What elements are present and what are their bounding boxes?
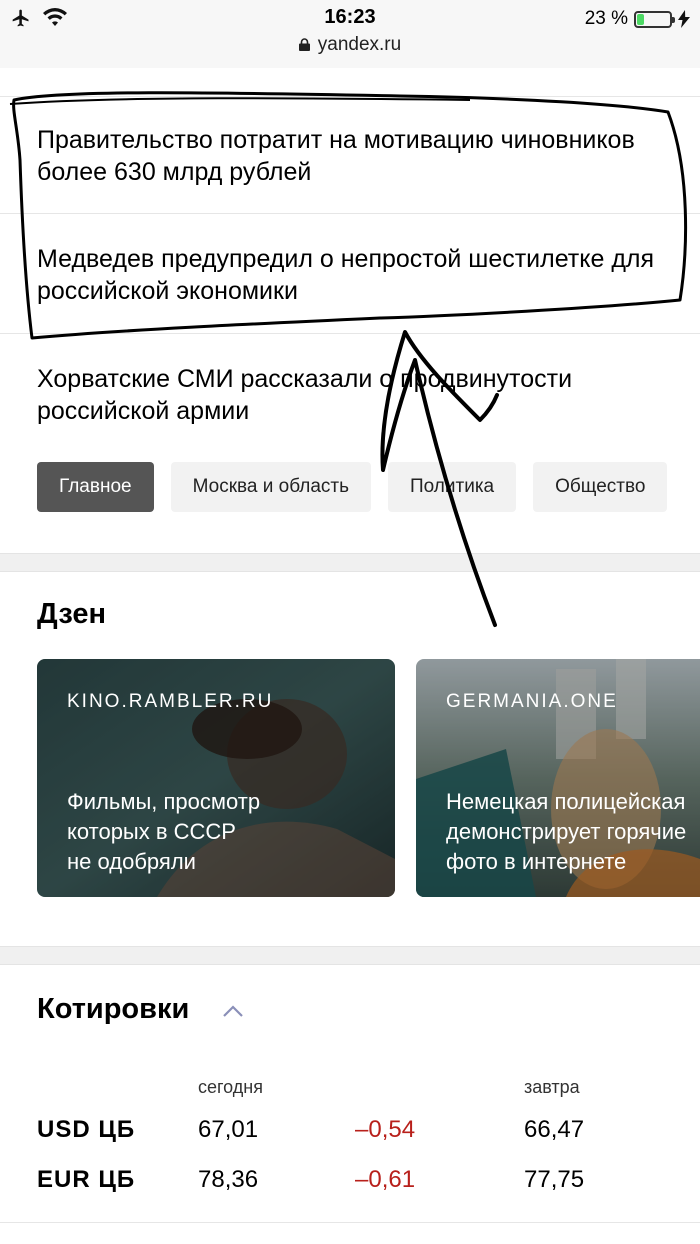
battery-icon: [634, 10, 675, 28]
lock-icon: [298, 38, 310, 51]
news-item[interactable]: Правительство потратит на мотивацию чино…: [37, 124, 700, 188]
card-title: Фильмы, просмотр которых в СССР не одобр…: [67, 789, 261, 874]
news-item[interactable]: Медведев предупредил о непростой шестиле…: [37, 243, 700, 307]
tab-society[interactable]: Общество: [533, 462, 668, 512]
quote-tomorrow: 66,47: [524, 1116, 585, 1143]
quote-delta: –0,54: [355, 1116, 416, 1143]
quote-name: USD ЦБ: [37, 1116, 136, 1143]
dzen-card[interactable]: GERMANIA.ONE Немецкая полицейская демонс…: [416, 659, 700, 897]
section-separator: [0, 946, 700, 965]
section-separator: [0, 553, 700, 572]
col-tomorrow: завтра: [524, 1077, 580, 1097]
url-text: yandex.ru: [317, 34, 402, 55]
news-block: Правительство потратит на мотивацию чино…: [0, 68, 700, 553]
quote-delta: –0,61: [355, 1166, 416, 1193]
tab-moscow[interactable]: Москва и область: [170, 462, 371, 512]
dzen-card[interactable]: KINO.RAMBLER.RU Фильмы, просмотр которых…: [37, 659, 395, 897]
tab-main[interactable]: Главное: [37, 462, 154, 512]
quotes-title: Котировки: [37, 993, 190, 1025]
divider: [0, 1222, 700, 1223]
news-item[interactable]: Хорватские СМИ рассказали о продвинутост…: [37, 363, 700, 427]
quote-name: EUR ЦБ: [37, 1166, 136, 1193]
address-bar[interactable]: yandex.ru: [0, 34, 700, 56]
news-tabs: Главное Москва и область Политика Общест…: [37, 462, 668, 512]
card-source: GERMANIA.ONE: [446, 691, 618, 712]
card-title: Немецкая полицейская демонстрирует горяч…: [446, 789, 687, 874]
battery-percent: 23 %: [584, 8, 628, 29]
status-bar: 16:23 yandex.ru 23 %: [0, 0, 700, 69]
card-source: KINO.RAMBLER.RU: [67, 691, 274, 712]
tab-politics[interactable]: Политика: [388, 462, 517, 512]
col-today: сегодня: [198, 1077, 263, 1097]
quote-row[interactable]: EUR ЦБ 78,36 –0,61 77,75: [0, 1166, 700, 1198]
quote-tomorrow: 77,75: [524, 1166, 585, 1193]
chevron-up-icon[interactable]: [222, 1004, 244, 1018]
charging-icon: [678, 10, 690, 28]
quote-today: 67,01: [198, 1116, 259, 1143]
quote-today: 78,36: [198, 1166, 259, 1193]
dzen-title: Дзен: [37, 598, 107, 630]
quote-row[interactable]: USD ЦБ 67,01 –0,54 66,47: [0, 1116, 700, 1148]
